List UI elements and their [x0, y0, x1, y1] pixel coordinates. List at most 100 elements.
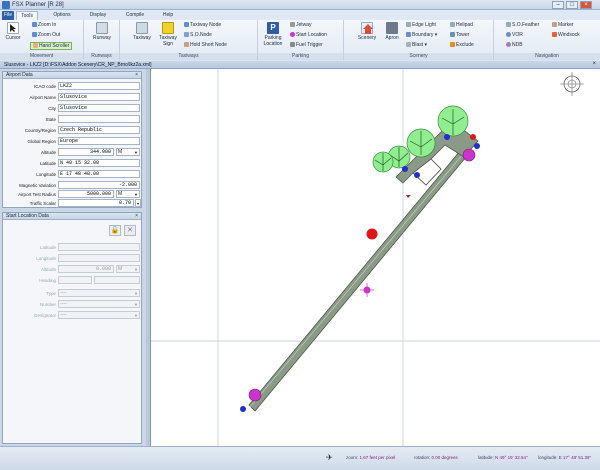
close-button[interactable]: ×	[580, 1, 592, 9]
taxiway-node-button[interactable]: Taxiway Node	[184, 22, 221, 28]
airport-name-row: Airport Name Slusovice	[3, 93, 143, 102]
blast-icon	[406, 42, 411, 47]
zoom-out-button[interactable]: Zoom Out	[32, 32, 60, 38]
tab-tools[interactable]: Tools	[16, 11, 38, 20]
parking-group: P Parking Location Jetway Start Location…	[258, 20, 344, 60]
taxiway-node[interactable]	[240, 406, 246, 412]
marker-button[interactable]: Marker	[552, 22, 574, 28]
windsock-button[interactable]: Windsock	[552, 32, 580, 38]
ndb-button[interactable]: NDB	[506, 42, 523, 48]
exclude-button[interactable]: Exclude	[450, 42, 474, 48]
sl-type-select[interactable]: ---- ▼	[58, 289, 140, 297]
edge-light-button[interactable]: Edge Light	[406, 22, 436, 28]
traffic-scalar-input[interactable]: 0.70	[58, 199, 134, 207]
test-radius-input[interactable]: 5000.000	[58, 190, 114, 198]
taxiway-node[interactable]	[402, 166, 408, 172]
parking-p-icon: P	[267, 22, 279, 34]
chevron-down-icon: ▼	[134, 291, 138, 296]
so-feather-button[interactable]: S.O.Feather	[506, 22, 539, 28]
runways-group-label: Runways	[84, 53, 119, 60]
scenery-button[interactable]: Scenery	[356, 22, 378, 41]
sl-number-row: Number ---- ▼	[39, 300, 140, 308]
altitude-unit-select[interactable]: M ▼	[116, 148, 140, 156]
state-input[interactable]	[58, 115, 140, 123]
start-location-button[interactable]: Start Location	[290, 32, 327, 38]
sl-longitude-input[interactable]	[58, 254, 140, 262]
sl-altitude-input[interactable]: 0.000	[58, 265, 114, 273]
icao-input[interactable]: LKZ2	[58, 82, 140, 90]
latitude-status: latitude: N 49° 15' 32.54"	[478, 455, 528, 460]
marker-icon[interactable]	[406, 195, 411, 198]
rotation-status: rotation: 0.00 degrees	[414, 455, 458, 460]
zoom-in-button[interactable]: Zoom In	[32, 22, 56, 28]
runway-centerline	[249, 152, 465, 408]
taxiway-node[interactable]	[474, 143, 480, 149]
document-close-icon[interactable]: ×	[592, 61, 596, 67]
latitude-input[interactable]: N 49 15 32.00	[58, 159, 140, 167]
hold-short-node-button[interactable]: Hold Short Node	[184, 42, 227, 48]
helipad-button[interactable]: Helipad	[450, 22, 473, 28]
sl-heading-slider[interactable]	[94, 276, 140, 284]
runway-button[interactable]: Runway	[90, 22, 114, 41]
windsock-marker[interactable]	[366, 228, 378, 240]
magvar-input[interactable]: -2.000	[58, 181, 140, 189]
boundary-button[interactable]: Boundary ▾	[406, 32, 437, 38]
movement-group-label: Movement	[0, 53, 83, 60]
taxiway-node[interactable]	[414, 172, 420, 178]
parking-location-button[interactable]: P Parking Location	[260, 22, 286, 47]
taxiway-button[interactable]: Taxiway	[130, 22, 154, 41]
jetway-marker[interactable]	[470, 134, 476, 140]
taxiway-node[interactable]	[444, 134, 450, 140]
status-bar: ✈ zoom: 1.67 feet per pixel rotation: 0.…	[0, 446, 600, 470]
test-radius-unit-select[interactable]: M ▼	[116, 190, 140, 198]
maximize-button[interactable]: □	[566, 1, 578, 9]
minimize-button[interactable]: –	[552, 1, 564, 9]
fuel-trigger-button[interactable]: Fuel Trigger	[290, 42, 323, 48]
tab-display[interactable]: Display	[86, 11, 110, 20]
parking-location[interactable]	[462, 148, 476, 162]
vor-icon	[506, 32, 511, 37]
jetway-button[interactable]: Jetway	[290, 22, 312, 28]
ribbon-tabs: File Tools Options Display Compile Help	[0, 10, 600, 20]
sl-latitude-input[interactable]	[58, 243, 140, 251]
latitude-row: Latitude N 49 15 32.00	[3, 159, 143, 168]
tab-help[interactable]: Help	[160, 11, 176, 20]
cursor-button[interactable]: Cursor	[4, 22, 22, 41]
map-canvas[interactable]	[150, 69, 600, 446]
global-region-input[interactable]: Europe	[58, 137, 140, 145]
scenery-house-icon	[361, 22, 373, 34]
parking-location[interactable]	[248, 388, 262, 402]
taxiway-sign-button[interactable]: Taxiway Sign	[156, 22, 180, 47]
sl-designator-select[interactable]: ---- ▼	[58, 311, 140, 319]
apron-button[interactable]: Apron	[382, 22, 402, 41]
country-input[interactable]: Czech Republic	[58, 126, 140, 134]
longitude-input[interactable]: E 17 48 48.00	[58, 170, 140, 178]
lock-button[interactable]: 🔓	[109, 225, 121, 236]
delete-button[interactable]: ✕	[124, 225, 136, 236]
traffic-scalar-spinner[interactable]: ▾	[135, 199, 141, 207]
compass-icon[interactable]	[560, 72, 584, 96]
blast-button[interactable]: Blast ▾	[406, 42, 427, 48]
ribbon: Cursor Zoom In Zoom Out Hand Scroller Mo…	[0, 20, 600, 60]
tower-button[interactable]: Tower	[450, 32, 469, 38]
panel-close-icon[interactable]: ×	[135, 213, 138, 220]
sl-number-select[interactable]: ---- ▼	[58, 300, 140, 308]
panel-close-icon[interactable]: ×	[135, 72, 138, 79]
chevron-down-icon: ▼	[134, 313, 138, 318]
hand-scroller-button[interactable]: Hand Scroller	[30, 42, 73, 50]
tab-options[interactable]: Options	[50, 11, 74, 20]
airport-map[interactable]	[151, 69, 600, 446]
sl-altitude-unit-select[interactable]: M ▼	[116, 265, 140, 273]
so-node-button[interactable]: S.O.Node	[184, 32, 212, 38]
sl-heading-input[interactable]	[58, 276, 92, 284]
tab-compile[interactable]: Compile	[122, 11, 148, 20]
tab-file[interactable]: File	[2, 11, 14, 20]
scenery-group: Scenery Apron Edge Light Boundary ▾ Blas…	[344, 20, 494, 60]
traffic-scalar-row: Traffic Scalar 0.70 ▾	[29, 199, 141, 207]
airport-name-input[interactable]: Slusovice	[58, 93, 140, 101]
runway[interactable]	[248, 150, 467, 412]
sl-type-row: Type ---- ▼	[46, 289, 140, 297]
altitude-input[interactable]: 344.000	[58, 148, 114, 156]
city-input[interactable]: Slusovice	[58, 104, 140, 112]
vor-button[interactable]: VOR	[506, 32, 523, 38]
